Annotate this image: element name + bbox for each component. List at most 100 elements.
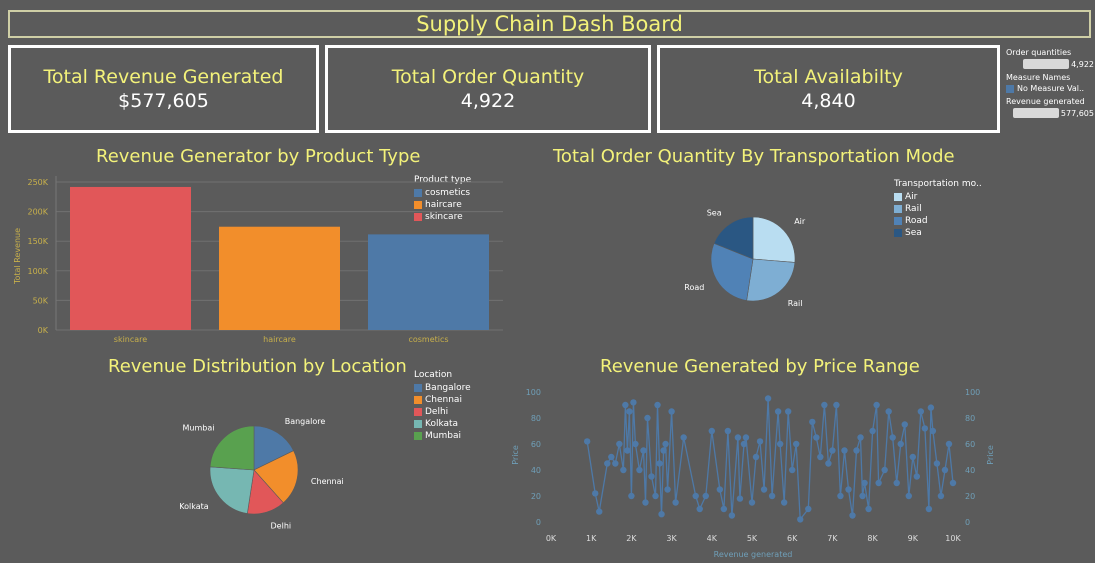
data-point — [656, 460, 663, 467]
data-point — [748, 499, 756, 506]
data-point — [616, 440, 623, 448]
data-point — [740, 440, 748, 448]
y-tick-label-left: 80 — [531, 414, 541, 423]
data-point — [654, 401, 661, 409]
x-tick-label: skincare — [114, 335, 148, 344]
data-point — [636, 466, 643, 474]
data-point — [612, 460, 619, 467]
x-tick-label: 2K — [626, 534, 637, 543]
data-point — [662, 440, 669, 448]
pie-label: Bangalore — [285, 417, 326, 426]
x-tick-label: haircare — [263, 335, 296, 344]
pie-label: Air — [794, 217, 806, 226]
data-point — [728, 512, 736, 519]
data-point — [702, 492, 709, 500]
data-point — [817, 453, 824, 461]
x-tick-label: cosmetics — [408, 335, 448, 344]
data-point — [901, 421, 908, 428]
y-tick-label-left: 60 — [531, 440, 541, 449]
data-point — [648, 473, 655, 480]
data-point — [776, 440, 784, 448]
data-point — [692, 492, 699, 500]
data-point — [652, 492, 659, 500]
data-point — [837, 492, 844, 500]
data-point — [941, 466, 949, 474]
data-point — [813, 434, 820, 441]
data-point — [724, 427, 732, 435]
y-tick-label-left: 40 — [531, 466, 541, 475]
data-point — [809, 418, 816, 426]
data-point — [841, 447, 848, 454]
data-point — [644, 414, 651, 422]
pie-label: Chennai — [311, 477, 344, 486]
data-point — [929, 427, 937, 435]
data-point — [780, 499, 788, 506]
y-tick-label: 50K — [33, 296, 49, 305]
data-point — [764, 395, 772, 402]
data-point — [833, 401, 840, 409]
data-point — [664, 486, 671, 493]
data-point — [742, 434, 750, 441]
data-point — [628, 492, 635, 500]
y-tick-label: 0K — [38, 326, 49, 335]
data-point — [805, 505, 812, 513]
data-point — [596, 508, 603, 515]
y-tick-label-right: 80 — [965, 414, 975, 423]
data-point — [949, 479, 957, 487]
pie-label: Mumbai — [183, 424, 215, 433]
data-point — [793, 440, 800, 448]
data-point — [845, 486, 852, 493]
x-tick-label: 8K — [867, 534, 878, 543]
data-point — [853, 447, 860, 454]
data-point — [752, 453, 760, 461]
pie-slice — [752, 216, 796, 263]
data-point — [608, 453, 615, 461]
data-point — [893, 479, 900, 487]
data-point — [756, 438, 764, 445]
data-point — [789, 466, 796, 474]
data-point — [620, 466, 627, 474]
data-point — [865, 505, 872, 513]
data-point — [716, 486, 724, 493]
y-tick-label-right: 100 — [965, 388, 980, 397]
pie-label: Kolkata — [179, 502, 208, 511]
data-point — [873, 401, 880, 409]
y-tick-label: 100K — [27, 267, 48, 276]
x-tick-label: 5K — [747, 534, 758, 543]
x-axis-label: Revenue generated — [714, 550, 793, 559]
data-point — [660, 447, 667, 454]
data-point — [921, 425, 929, 432]
x-tick-label: 1K — [586, 534, 597, 543]
data-point — [829, 447, 836, 454]
x-tick-label: 0K — [546, 534, 557, 543]
y-tick-label: 200K — [27, 208, 48, 217]
x-tick-label: 10K — [945, 534, 961, 543]
data-point — [927, 404, 935, 411]
bar — [219, 226, 340, 330]
data-point — [774, 408, 782, 415]
y-tick-label-right: 0 — [965, 518, 970, 527]
data-point — [632, 440, 639, 448]
y-tick-label: 250K — [27, 178, 48, 187]
data-point — [658, 511, 665, 518]
x-tick-label: 3K — [666, 534, 677, 543]
data-point — [917, 408, 925, 415]
bar — [368, 234, 489, 330]
y-tick-label-left: 100 — [526, 388, 541, 397]
data-point — [640, 447, 647, 454]
y-tick-label: 150K — [27, 237, 48, 246]
data-point — [857, 434, 864, 441]
x-tick-label: 9K — [908, 534, 919, 543]
charts-canvas: 250K200K150K100K50K0KTotal Revenueskinca… — [13, 176, 995, 559]
data-point — [784, 408, 792, 415]
data-point — [925, 505, 933, 513]
data-point — [945, 440, 953, 448]
bar — [70, 186, 191, 330]
data-point — [797, 516, 804, 523]
data-point — [696, 505, 703, 513]
data-point — [869, 427, 876, 435]
data-point — [626, 408, 633, 415]
data-point — [668, 408, 675, 415]
data-point — [933, 460, 941, 467]
data-point — [604, 460, 611, 467]
